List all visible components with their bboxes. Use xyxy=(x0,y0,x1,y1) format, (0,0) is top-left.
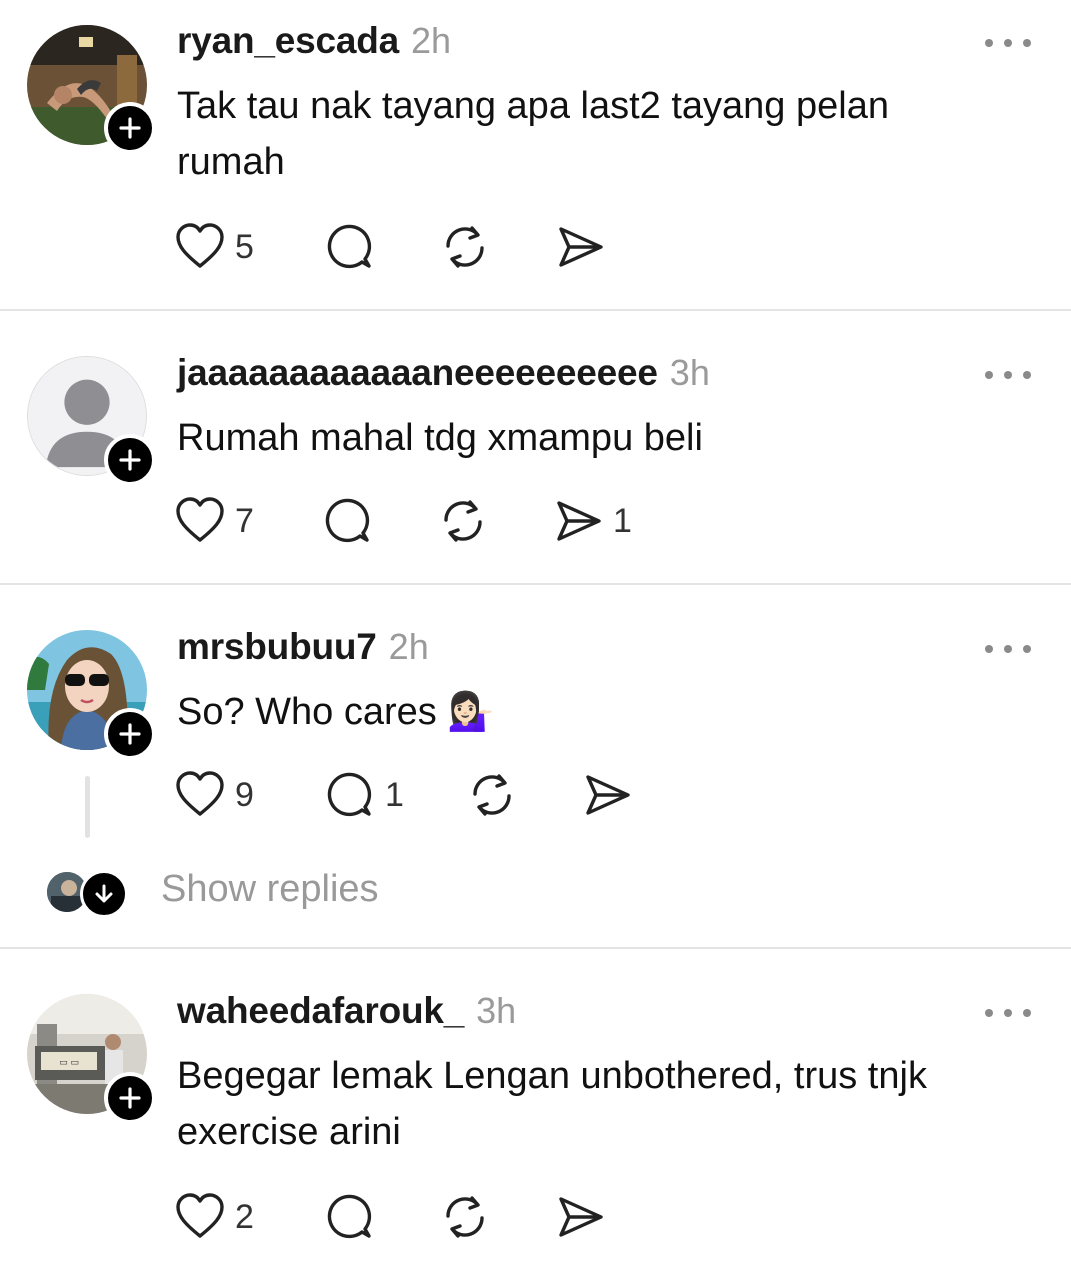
follow-button[interactable] xyxy=(104,102,156,154)
post-text: So? Who cares 💁🏻‍♀️ xyxy=(177,684,1037,740)
more-options-button[interactable] xyxy=(985,639,1031,659)
like-count: 2 xyxy=(235,1197,254,1236)
post-text-line: Rumah mahal tdg xmampu beli xyxy=(177,417,703,459)
share-button[interactable]: 1 xyxy=(553,496,632,546)
speech-bubble-icon xyxy=(327,1194,372,1239)
post-text-line: Begegar lemak Lengan unbothered, trus tn… xyxy=(177,1055,927,1097)
share-button[interactable] xyxy=(555,222,605,272)
share-button[interactable] xyxy=(582,770,632,820)
repost-icon xyxy=(446,226,484,268)
heart-icon xyxy=(176,1193,224,1238)
username[interactable]: waheedafarouk_ xyxy=(177,990,464,1032)
repost-icon xyxy=(446,1196,484,1238)
follow-button[interactable] xyxy=(104,434,156,486)
repost-button[interactable] xyxy=(440,1192,490,1242)
repost-icon xyxy=(444,500,482,542)
heart-icon xyxy=(176,223,224,268)
more-options-button[interactable] xyxy=(985,33,1031,53)
post-text-line: Tak tau nak tayang apa last2 tayang pela… xyxy=(177,85,889,127)
speech-bubble-icon xyxy=(327,772,372,817)
send-icon xyxy=(557,501,601,541)
like-button[interactable]: 5 xyxy=(175,222,254,272)
dot-icon xyxy=(1004,1009,1012,1017)
speech-bubble-icon xyxy=(325,498,370,543)
reply-button[interactable] xyxy=(325,222,375,272)
like-count: 5 xyxy=(235,227,254,266)
dot-icon xyxy=(1023,371,1031,379)
post-text: Tak tau nak tayang apa last2 tayang pela… xyxy=(177,78,1037,190)
heart-icon xyxy=(176,771,224,816)
timestamp: 2h xyxy=(388,626,429,667)
post-text-line: rumah xyxy=(177,141,285,183)
reply-button[interactable]: 1 xyxy=(325,770,404,820)
show-replies-label: Show replies xyxy=(161,868,379,910)
post-header: waheedafarouk_ 3h xyxy=(177,990,516,1040)
post: mrsbubuu7 2h So? Who cares 💁🏻‍♀️ 9 1 xyxy=(0,586,1071,948)
like-button[interactable]: 7 xyxy=(175,496,254,546)
post-header: ryan_escada 2h xyxy=(177,20,451,70)
username[interactable]: mrsbubuu7 xyxy=(177,626,377,668)
username[interactable]: jaaaaaaaaaaaaneeeeeeeeee xyxy=(177,352,658,394)
repost-icon xyxy=(473,774,511,816)
post: ▭ ▭ waheedafarouk_ 3h Begegar lemak Leng… xyxy=(0,950,1071,1280)
timestamp: 3h xyxy=(669,352,710,393)
plus-icon xyxy=(119,449,141,471)
expand-replies-icon-wrap xyxy=(80,870,128,918)
heart-icon xyxy=(176,497,224,542)
show-replies-button[interactable]: Show replies xyxy=(0,864,1071,924)
like-button[interactable]: 2 xyxy=(175,1192,254,1242)
post: ryan_escada 2h Tak tau nak tayang apa la… xyxy=(0,0,1071,310)
share-button[interactable] xyxy=(555,1192,605,1242)
svg-text:▭ ▭: ▭ ▭ xyxy=(59,1058,79,1068)
username[interactable]: ryan_escada xyxy=(177,20,399,62)
dot-icon xyxy=(1023,645,1031,653)
dot-icon xyxy=(1004,645,1012,653)
share-count: 1 xyxy=(613,501,632,540)
more-options-button[interactable] xyxy=(985,1003,1031,1023)
thread-line xyxy=(85,776,90,838)
like-button[interactable]: 9 xyxy=(175,770,254,820)
dot-icon xyxy=(985,1009,993,1017)
reply-button[interactable] xyxy=(325,1192,375,1242)
divider xyxy=(0,947,1071,949)
like-count: 7 xyxy=(235,501,254,540)
post-text: Begegar lemak Lengan unbothered, trus tn… xyxy=(177,1048,1037,1160)
repost-button[interactable] xyxy=(467,770,517,820)
repost-button[interactable] xyxy=(438,496,488,546)
dot-icon xyxy=(1004,371,1012,379)
plus-icon xyxy=(119,723,141,745)
plus-icon xyxy=(119,1087,141,1109)
like-count: 9 xyxy=(235,775,254,814)
more-options-button[interactable] xyxy=(985,365,1031,385)
reply-count: 1 xyxy=(385,775,404,814)
post-text: Rumah mahal tdg xmampu beli xyxy=(177,410,1037,466)
dot-icon xyxy=(1004,39,1012,47)
send-icon xyxy=(559,1197,603,1237)
timestamp: 3h xyxy=(476,990,517,1031)
speech-bubble-icon xyxy=(327,224,372,269)
dot-icon xyxy=(1023,39,1031,47)
post-text-line: So? Who cares 💁🏻‍♀️ xyxy=(177,691,495,733)
timestamp: 2h xyxy=(411,20,452,61)
repost-button[interactable] xyxy=(440,222,490,272)
follow-button[interactable] xyxy=(104,1072,156,1124)
divider xyxy=(0,583,1071,585)
dot-icon xyxy=(1023,1009,1031,1017)
post-text-line: exercise arini xyxy=(177,1111,401,1153)
send-icon xyxy=(559,227,603,267)
dot-icon xyxy=(985,645,993,653)
post-header: jaaaaaaaaaaaaneeeeeeeeee 3h xyxy=(177,352,710,402)
follow-button[interactable] xyxy=(104,708,156,760)
dot-icon xyxy=(985,371,993,379)
post-header: mrsbubuu7 2h xyxy=(177,626,429,676)
post: jaaaaaaaaaaaaneeeeeeeeee 3h Rumah mahal … xyxy=(0,312,1071,584)
plus-icon xyxy=(119,117,141,139)
dot-icon xyxy=(985,39,993,47)
send-icon xyxy=(586,775,630,815)
divider xyxy=(0,309,1071,311)
reply-button[interactable] xyxy=(323,496,373,546)
arrow-down-icon xyxy=(95,884,113,903)
